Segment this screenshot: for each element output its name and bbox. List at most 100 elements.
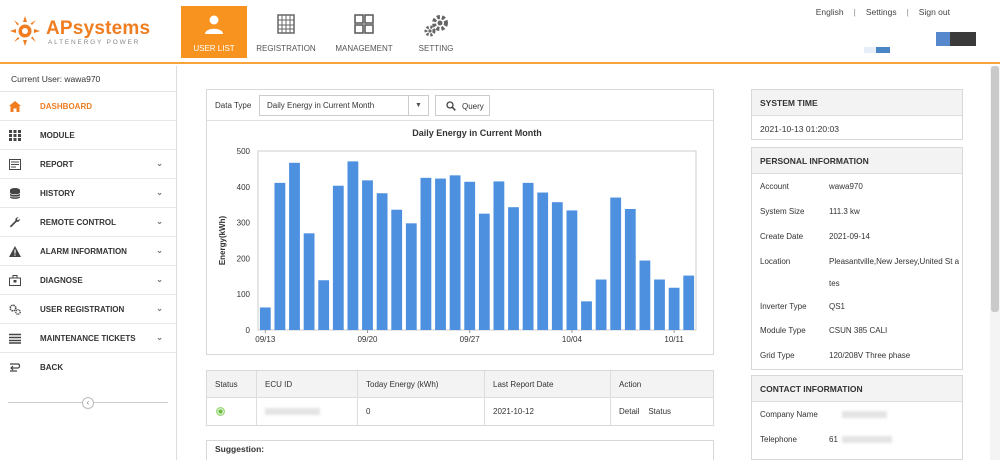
bar bbox=[435, 178, 446, 330]
list-icon bbox=[9, 333, 21, 344]
user-icon bbox=[205, 15, 223, 34]
y-tick-label: 400 bbox=[237, 183, 251, 192]
sidebar-item-diagnose[interactable]: DIAGNOSE ⌄ bbox=[0, 266, 176, 295]
nav-registration[interactable]: REGISTRATION bbox=[247, 6, 325, 58]
sidebar-item-module[interactable]: MODULE bbox=[0, 121, 176, 150]
settings-link[interactable]: Settings bbox=[856, 7, 907, 17]
bar bbox=[303, 233, 315, 330]
status-cell bbox=[207, 398, 257, 425]
nav-label: MANAGEMENT bbox=[335, 44, 393, 53]
nav-user-list[interactable]: USER LIST bbox=[181, 6, 247, 58]
sidebar: Current User: wawa970 DASHBOARD MODULE R… bbox=[0, 66, 177, 460]
apsystems-logo[interactable]: APsystems ALTENERGY POWER bbox=[10, 14, 170, 50]
bar bbox=[376, 193, 388, 330]
sidebar-item-label: REMOTE CONTROL bbox=[40, 218, 116, 227]
pi-create-date-value: 2021-09-14 bbox=[829, 232, 870, 241]
status-link[interactable]: Status bbox=[648, 407, 671, 416]
toolbox-icon bbox=[9, 275, 21, 286]
data-type-value: Daily Energy in Current Month bbox=[267, 101, 375, 110]
bar bbox=[654, 279, 665, 330]
daily-energy-bar-chart: Daily Energy in Current Month Energy(kWh)… bbox=[218, 128, 697, 344]
redacted-ecu-id bbox=[265, 408, 320, 415]
suggestion-label: Suggestion: bbox=[215, 444, 265, 454]
sidebar-item-alarm-information[interactable]: ALARM INFORMATION ⌄ bbox=[0, 237, 176, 266]
brand-tagline: ALTENERGY POWER bbox=[48, 39, 141, 46]
x-tick-label: 10/04 bbox=[562, 335, 583, 344]
chart-toolbar: Data Type Daily Energy in Current Month … bbox=[207, 90, 713, 121]
bar bbox=[537, 192, 549, 330]
personal-info-title: PERSONAL INFORMATION bbox=[752, 148, 962, 174]
top-header: APsystems ALTENERGY POWER USER LIST REGI… bbox=[0, 0, 1000, 64]
collapse-arrow-icon[interactable]: ‹ bbox=[82, 397, 94, 409]
contact-info-title: CONTACT INFORMATION bbox=[752, 376, 962, 402]
sidebar-item-label: HISTORY bbox=[40, 189, 76, 198]
nav-setting[interactable]: SETTING bbox=[403, 6, 469, 58]
sidebar-item-label: MAINTENANCE TICKETS bbox=[40, 334, 136, 343]
chevron-down-icon: ⌄ bbox=[156, 246, 163, 255]
pi-system-size-value: 111.3 kw bbox=[829, 207, 860, 216]
pi-create-date-label: Create Date bbox=[760, 232, 804, 241]
y-axis-label: Energy(kWh) bbox=[218, 216, 227, 266]
signout-link[interactable]: Sign out bbox=[909, 7, 960, 17]
sidebar-item-remote-control[interactable]: REMOTE CONTROL ⌄ bbox=[0, 208, 176, 237]
query-button[interactable]: Query bbox=[435, 95, 490, 116]
sidebar-item-maintenance-tickets[interactable]: MAINTENANCE TICKETS ⌄ bbox=[0, 324, 176, 353]
sidebar-item-back[interactable]: BACK bbox=[0, 353, 176, 382]
bar bbox=[610, 197, 622, 330]
table-row: 0 2021-10-12 Detail Status bbox=[207, 398, 713, 425]
sidebar-item-dashboard[interactable]: DASHBOARD bbox=[0, 92, 176, 121]
pi-grid-type-value: 120/208V Three phase bbox=[829, 351, 911, 360]
bar bbox=[274, 182, 286, 330]
y-tick-label: 0 bbox=[246, 326, 251, 335]
brand-systems: systems bbox=[72, 18, 151, 39]
nav-label: SETTING bbox=[418, 44, 454, 53]
redacted-telephone bbox=[842, 436, 892, 443]
chevron-down-icon: ⌄ bbox=[156, 217, 163, 226]
gear-icon bbox=[424, 15, 448, 37]
language-link[interactable]: English bbox=[806, 7, 854, 17]
x-tick-label: 10/11 bbox=[664, 335, 684, 344]
data-type-label: Data Type bbox=[215, 101, 252, 110]
col-header-action: Action bbox=[619, 380, 642, 389]
sidebar-collapse-control[interactable]: ‹ bbox=[8, 397, 168, 409]
ci-telephone-label: Telephone bbox=[760, 435, 797, 444]
warning-icon bbox=[9, 246, 21, 257]
scrollbar-thumb[interactable] bbox=[991, 66, 999, 312]
y-tick-label: 200 bbox=[237, 254, 251, 263]
sidebar-item-label: DIAGNOSE bbox=[40, 276, 83, 285]
bar bbox=[289, 162, 300, 330]
table-header: Status ECU ID Today Energy (kWh) Last Re… bbox=[207, 371, 713, 398]
module-grid-icon bbox=[9, 130, 21, 141]
bar bbox=[478, 213, 490, 330]
sidebar-item-report[interactable]: REPORT ⌄ bbox=[0, 150, 176, 179]
bar bbox=[318, 280, 330, 330]
back-arrow-icon bbox=[10, 363, 21, 372]
bar bbox=[668, 287, 680, 330]
pi-system-size-label: System Size bbox=[760, 207, 805, 216]
data-type-select[interactable]: Daily Energy in Current Month ▼ bbox=[259, 95, 429, 116]
database-icon bbox=[9, 188, 21, 199]
chevron-down-icon: ⌄ bbox=[156, 304, 163, 313]
col-header-ecu-id: ECU ID bbox=[257, 371, 358, 397]
sidebar-item-label: ALARM INFORMATION bbox=[40, 247, 127, 256]
contact-info-panel: CONTACT INFORMATION Company Name Telepho… bbox=[751, 375, 963, 460]
search-icon bbox=[446, 101, 456, 111]
sidebar-item-history[interactable]: HISTORY ⌄ bbox=[0, 179, 176, 208]
system-time-panel: SYSTEM TIME 2021-10-13 01:20:03 bbox=[751, 89, 963, 140]
nav-management[interactable]: MANAGEMENT bbox=[325, 6, 403, 58]
pi-account-value: wawa970 bbox=[829, 182, 863, 191]
chevron-down-icon: ⌄ bbox=[156, 275, 163, 284]
header-status-widget bbox=[864, 47, 890, 53]
header-account-widget[interactable] bbox=[936, 32, 976, 46]
pi-location-value: Pleasantville,New Jersey,United St ates bbox=[829, 257, 960, 288]
sidebar-item-label: MODULE bbox=[40, 131, 75, 140]
top-links: English | Settings | Sign out bbox=[806, 7, 960, 17]
detail-link[interactable]: Detail bbox=[619, 407, 639, 416]
nav-label: REGISTRATION bbox=[256, 44, 316, 53]
bar bbox=[391, 209, 403, 330]
management-squares-icon bbox=[354, 14, 374, 34]
sidebar-item-user-registration[interactable]: USER REGISTRATION ⌄ bbox=[0, 295, 176, 324]
chevron-down-icon: ⌄ bbox=[156, 188, 163, 197]
bar bbox=[449, 175, 461, 330]
bar bbox=[420, 177, 432, 330]
